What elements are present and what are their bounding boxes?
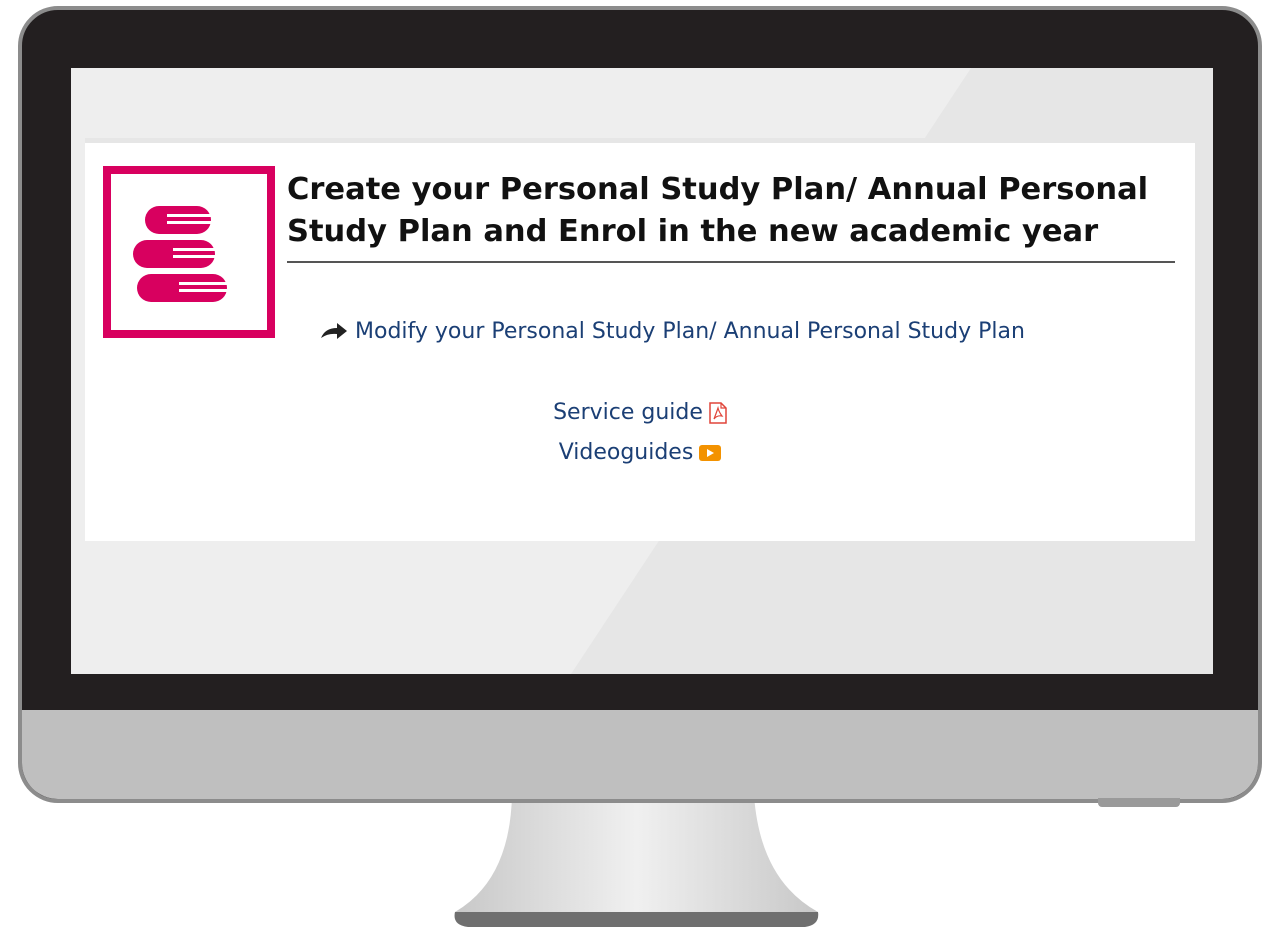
service-guide-label: Service guide xyxy=(553,400,703,425)
videoguides-link[interactable]: Videoguides xyxy=(85,433,1195,473)
modify-study-plan-link[interactable]: Modify your Personal Study Plan/ Annual … xyxy=(319,316,1025,346)
guide-links: Service guide Videoguides xyxy=(85,393,1195,473)
page-title: Create your Personal Study Plan/ Annual … xyxy=(287,169,1175,263)
screen: Create your Personal Study Plan/ Annual … xyxy=(71,68,1213,674)
service-guide-link[interactable]: Service guide xyxy=(85,393,1195,433)
modify-study-plan-label: Modify your Personal Study Plan/ Annual … xyxy=(355,318,1025,344)
share-arrow-icon xyxy=(321,323,347,339)
monitor-chin xyxy=(22,710,1258,799)
stacked-books-icon xyxy=(133,206,227,302)
video-play-icon xyxy=(699,445,722,461)
service-logo xyxy=(103,166,275,338)
monitor-button xyxy=(1098,798,1180,807)
monitor-frame: Create your Personal Study Plan/ Annual … xyxy=(18,6,1262,803)
enrolment-panel: Create your Personal Study Plan/ Annual … xyxy=(85,138,1195,541)
videoguides-label: Videoguides xyxy=(558,440,694,465)
pdf-icon xyxy=(709,402,727,424)
